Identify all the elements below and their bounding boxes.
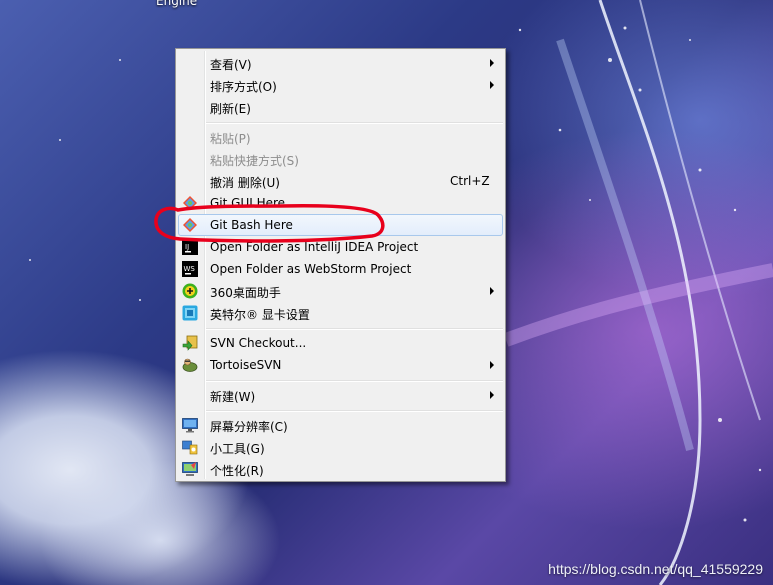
menu-item-label: SVN Checkout... [210,336,307,350]
menu-separator [206,380,503,382]
menu-item-git-gui-here[interactable]: Git GUI Here [178,192,503,214]
menu-item-shortcut: Ctrl+Z [450,174,490,188]
menu-item-label: 粘贴快捷方式(S) [210,154,299,168]
menu-item-label: TortoiseSVN [210,358,282,372]
screen-resolution-icon [182,418,198,433]
menu-item-label: 新建(W) [210,390,256,404]
tortoisesvn-icon [182,358,198,372]
intellij-icon-text: IJ [185,243,189,251]
git-bash-icon [183,218,197,232]
desktop-icon-label[interactable]: Engine [156,0,197,8]
gadgets-icon [182,440,198,455]
menu-separator [206,410,503,412]
menu-item-label: 刷新(E) [210,102,251,116]
menu-item-label: 屏幕分辨率(C) [210,420,288,434]
menu-item-label: 小工具(G) [210,442,265,456]
menu-item-label: Open Folder as IntelliJ IDEA Project [210,240,419,254]
menu-item-label: Open Folder as WebStorm Project [210,262,412,276]
menu-item-intel-graphics[interactable]: 英特尔® 显卡设置 [178,302,503,324]
submenu-arrow-icon [490,391,494,399]
menu-item-360-desktop[interactable]: 360桌面助手 [178,280,503,302]
menu-separator [206,122,503,124]
menu-item-git-bash-here[interactable]: Git Bash Here [178,214,503,236]
personalize-icon [182,462,198,476]
git-gui-icon [183,196,197,210]
menu-item-label: 个性化(R) [210,464,264,478]
menu-item-personalize[interactable]: 个性化(R) [178,458,503,480]
menu-item-label: 撤消 删除(U) [210,176,280,190]
menu-item-refresh[interactable]: 刷新(E) [178,96,503,118]
webstorm-icon-text: WS [184,265,196,273]
menu-item-view[interactable]: 查看(V) [178,52,503,74]
intel-graphics-icon [182,305,198,321]
context-menu: 查看(V) 排序方式(O) 刷新(E) 粘贴(P) 粘贴快捷方式(S) 撤消 删… [175,48,506,482]
intellij-icon: IJ [182,239,198,255]
menu-item-svn-checkout[interactable]: SVN Checkout... [178,332,503,354]
menu-item-gadgets[interactable]: 小工具(G) [178,436,503,458]
menu-item-new[interactable]: 新建(W) [178,384,503,406]
menu-separator [206,328,503,330]
menu-item-paste-shortcut[interactable]: 粘贴快捷方式(S) [178,148,503,170]
menu-item-label: 粘贴(P) [210,132,251,146]
menu-item-open-webstorm[interactable]: WS Open Folder as WebStorm Project [178,258,503,280]
submenu-arrow-icon [490,287,494,295]
menu-item-label: Git Bash Here [210,218,293,232]
menu-item-paste[interactable]: 粘贴(P) [178,126,503,148]
submenu-arrow-icon [490,81,494,89]
menu-item-tortoisesvn[interactable]: TortoiseSVN [178,354,503,376]
menu-item-label: 英特尔® 显卡设置 [210,308,310,322]
menu-item-label: Git GUI Here [210,196,286,210]
menu-item-screen-resolution[interactable]: 屏幕分辨率(C) [178,414,503,436]
menu-item-label: 排序方式(O) [210,80,277,94]
menu-item-label: 查看(V) [210,58,252,72]
menu-item-sort-by[interactable]: 排序方式(O) [178,74,503,96]
submenu-arrow-icon [490,361,494,369]
webstorm-icon: WS [182,261,198,277]
360-icon [182,283,198,299]
menu-item-label: 360桌面助手 [210,286,281,300]
menu-item-undo-delete[interactable]: 撤消 删除(U) Ctrl+Z [178,170,503,192]
submenu-arrow-icon [490,59,494,67]
svn-checkout-icon [182,335,198,351]
watermark: https://blog.csdn.net/qq_41559229 [548,561,763,577]
menu-item-open-intellij[interactable]: IJ Open Folder as IntelliJ IDEA Project [178,236,503,258]
